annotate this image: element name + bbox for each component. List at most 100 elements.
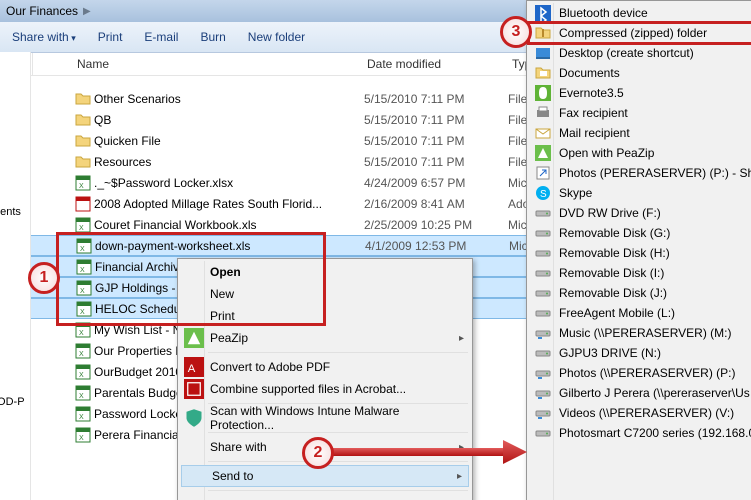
sendto-label: Documents [559,66,620,80]
fax-icon [533,105,553,121]
ctx-send-to[interactable]: Send to [181,465,469,487]
sendto-submenu: Bluetooth device Compressed (zipped) fold… [526,0,751,500]
file-name: QB [92,113,364,127]
new-folder-button[interactable]: New folder [248,30,305,44]
sendto-item[interactable]: Removable Disk (I:) [529,263,751,283]
svg-text:X: X [79,225,84,232]
sendto-label: Photos (PERERASERVER) (P:) - Shortc [559,166,751,180]
print-button[interactable]: Print [98,30,123,44]
header-name[interactable]: Name [33,57,367,71]
breadcrumb-segment[interactable]: Our Finances [6,4,78,18]
sendto-label: FreeAgent Mobile (L:) [559,306,675,320]
file-date: 2/25/2009 10:25 PM [364,218,508,232]
svg-text:S: S [540,189,547,200]
sendto-item[interactable]: Fax recipient [529,103,751,123]
nav-frag-2: IOD-P [0,396,25,408]
ctx-convert-pdf[interactable]: AConvert to Adobe PDF [180,356,470,378]
svg-text:X: X [80,267,85,274]
sendto-item[interactable]: Photosmart C7200 series (192.168.0.2 [529,423,751,443]
email-button[interactable]: E-mail [144,30,178,44]
sendto-item[interactable]: Bluetooth device [529,3,751,23]
sendto-label: Desktop (create shortcut) [559,46,694,60]
net-icon [533,365,553,381]
header-date[interactable]: Date modified [367,57,512,71]
ctx-combine-acrobat[interactable]: Combine supported files in Acrobat... [180,378,470,400]
ctx-print[interactable]: Print [180,305,470,327]
explorer-window: { "breadcrumb": { "segment": "Our Financ… [0,0,751,500]
sendto-item[interactable]: Photos (\\PERERASERVER) (P:) [529,363,751,383]
sendto-item[interactable]: FreeAgent Mobile (L:) [529,303,751,323]
annotation-step-3: 3 [500,16,532,48]
ctx-new[interactable]: New [180,283,470,305]
sendto-item[interactable]: GJPU3 DRIVE (N:) [529,343,751,363]
sendto-label: Photosmart C7200 series (192.168.0.2 [559,426,751,440]
xls-icon: X [74,364,92,380]
file-date: 4/1/2009 12:53 PM [365,239,509,253]
pea-icon [533,145,553,161]
peazip-icon [184,328,204,348]
sendto-item[interactable]: Removable Disk (G:) [529,223,751,243]
sendto-item[interactable]: Removable Disk (H:) [529,243,751,263]
ever-icon [533,85,553,101]
ctx-cut[interactable]: Cut [180,494,470,500]
xls-icon: X [74,427,92,443]
sendto-label: Videos (\\PERERASERVER) (V:) [559,406,734,420]
link-icon [533,165,553,181]
sendto-label: Removable Disk (H:) [559,246,670,260]
sendto-item[interactable]: DVD RW Drive (F:) [529,203,751,223]
sendto-label: Gilberto J Perera (\\pereraserver\Us [559,386,750,400]
xls-icon: X [75,259,93,275]
sendto-label: Music (\\PERERASERVER) (M:) [559,326,731,340]
sendto-item[interactable]: Removable Disk (J:) [529,283,751,303]
share-with-button[interactable]: Share with [12,30,76,44]
navigation-pane: nents IOD-P [0,52,31,500]
sendto-item[interactable]: Desktop (create shortcut) [529,43,751,63]
sendto-label: Fax recipient [559,106,628,120]
svg-text:X: X [80,288,85,295]
drv-icon [533,225,553,241]
nav-frag-1: nents [0,206,21,218]
sendto-item[interactable]: Videos (\\PERERASERVER) (V:) [529,403,751,423]
xls-icon: X [74,217,92,233]
burn-button[interactable]: Burn [200,30,225,44]
sendto-label: Open with PeaZip [559,146,654,160]
file-name: ._~$Password Locker.xlsx [92,176,364,190]
pdf-icon [74,196,92,212]
sendto-item[interactable]: Mail recipient [529,123,751,143]
sendto-label: Skype [559,186,592,200]
svg-text:X: X [80,309,85,316]
file-name: down-payment-worksheet.xls [93,239,365,253]
desk-icon [533,45,553,61]
svg-text:X: X [79,351,84,358]
sendto-item[interactable]: Open with PeaZip [529,143,751,163]
drv-icon [533,285,553,301]
sendto-label: Bluetooth device [559,6,648,20]
drv-icon [533,345,553,361]
sendto-label: Evernote3.5 [559,86,624,100]
adobe-pdf-icon: A [184,357,204,377]
annotation-step-1: 1 [28,262,60,294]
ctx-peazip[interactable]: PeaZip [180,327,470,349]
file-date: 5/15/2010 7:11 PM [364,155,508,169]
folder-icon [74,154,92,170]
net-icon [533,385,553,401]
sendto-item[interactable]: Photos (PERERASERVER) (P:) - Shortc [529,163,751,183]
ctx-scan-intune[interactable]: Scan with Windows Intune Malware Protect… [180,407,470,429]
sendto-item[interactable]: Compressed (zipped) folder [529,23,751,43]
sendto-item[interactable]: Gilberto J Perera (\\pereraserver\Us [529,383,751,403]
sendto-label: Photos (\\PERERASERVER) (P:) [559,366,736,380]
file-date: 5/15/2010 7:11 PM [364,113,508,127]
chevron-right-icon: ▶ [83,6,91,17]
svg-text:X: X [79,435,84,442]
xls-icon: X [75,238,93,254]
sendto-item[interactable]: S Skype [529,183,751,203]
sendto-item[interactable]: Music (\\PERERASERVER) (M:) [529,323,751,343]
ctx-open[interactable]: Open [180,261,470,283]
skype-icon: S [533,185,553,201]
svg-text:X: X [79,372,84,379]
drv-icon [533,205,553,221]
sendto-item[interactable]: Documents [529,63,751,83]
xls-icon: X [74,343,92,359]
file-date: 4/24/2009 6:57 PM [364,176,508,190]
sendto-item[interactable]: Evernote3.5 [529,83,751,103]
